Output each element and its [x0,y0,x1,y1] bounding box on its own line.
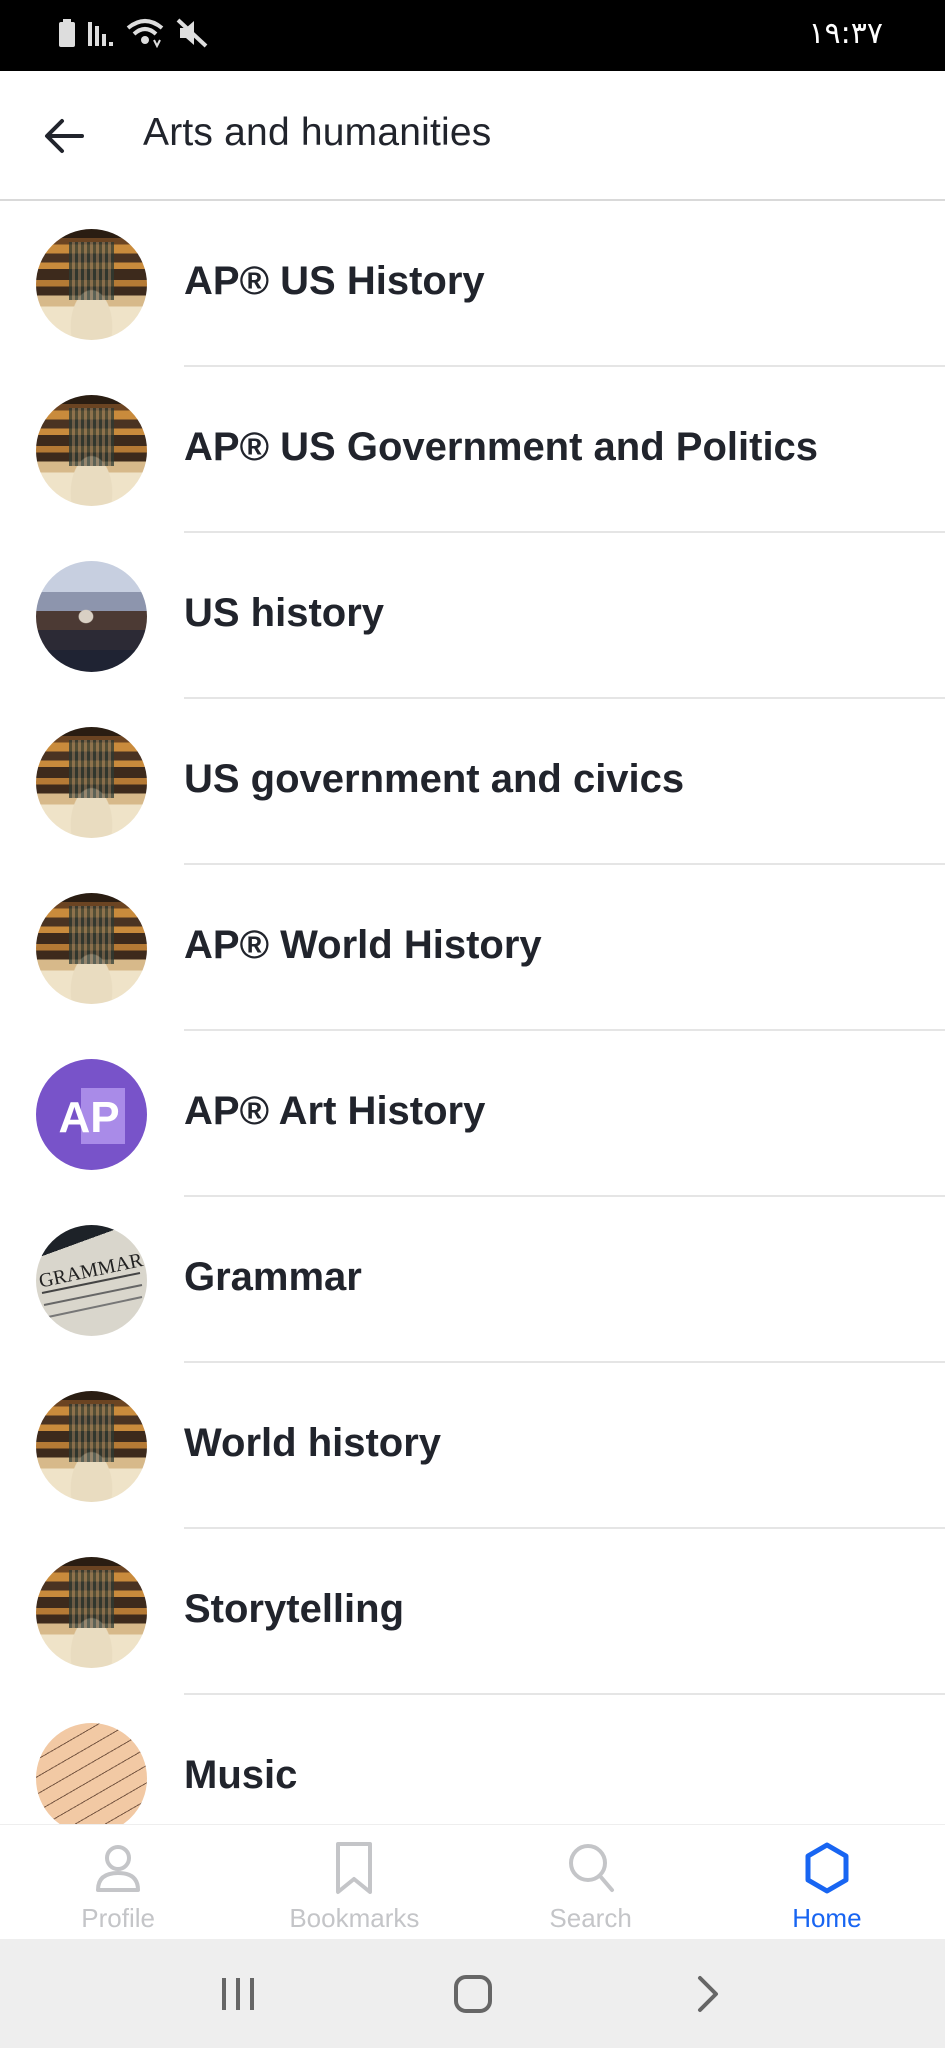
library-thumbnail [36,893,147,1004]
library-thumbnail [36,229,147,340]
list-item-ap-art-history[interactable]: AP AP® Art History [0,1031,945,1197]
home-button[interactable] [433,1954,513,2034]
arrow-left-icon [45,119,84,153]
sheet-music-thumbnail [36,1723,147,1824]
library-thumbnail [36,727,147,838]
list-item-grammar[interactable]: GRAMMAR Grammar [0,1197,945,1363]
list-item-label: Music [184,1753,298,1797]
list-item-us-government-civics[interactable]: US government and civics [0,699,945,865]
list-item-label: AP® Art History [184,1089,486,1133]
list-item-ap-us-history[interactable]: AP® US History [0,201,945,367]
tab-search[interactable]: Search [473,1825,709,1939]
tab-label: Bookmarks [289,1903,420,1933]
list-item-label: AP® US History [184,259,485,303]
list-item-label: Storytelling [184,1587,405,1631]
page-title: Arts and humanities [143,111,492,154]
signal-icon [88,20,114,46]
recent-apps-icon [221,1977,254,2010]
status-time: ١٩:٣٧ [808,16,883,51]
painting-thumbnail [36,561,147,672]
home-square-icon [453,1974,492,2013]
bookmark-icon [334,1841,374,1895]
tab-label: Profile [81,1903,155,1933]
library-thumbnail [36,395,147,506]
list-item-ap-world-history[interactable]: AP® World History [0,865,945,1031]
back-nav-button[interactable] [668,1954,748,2034]
list-item-ap-us-government[interactable]: AP® US Government and Politics [0,367,945,533]
mute-icon [176,18,208,48]
svg-text:GRAMMAR: GRAMMAR [37,1249,145,1293]
grammar-thumbnail: GRAMMAR [36,1225,147,1336]
list-item-storytelling[interactable]: Storytelling [0,1529,945,1695]
list-item-music[interactable]: Music [0,1695,945,1824]
list-item-label: AP® World History [184,923,542,967]
ap-logo-icon: AP [58,1087,125,1144]
status-bar: ١٩:٣٧ [0,0,945,71]
topic-list: AP® US History AP® US Government and Pol… [0,201,945,1824]
list-item-label: AP® US Government and Politics [184,425,819,469]
screen: ١٩:٣٧ Arts and humanities AP® US History… [0,0,945,2048]
list-item-label: World history [184,1421,442,1465]
wifi-icon [126,18,164,48]
search-icon [567,1841,615,1895]
tab-profile[interactable]: Profile [0,1825,236,1939]
battery-icon [58,19,76,47]
tab-bookmarks[interactable]: Bookmarks [236,1825,472,1939]
status-icons [58,18,208,48]
svg-text:AP: AP [58,1093,119,1142]
list-item-label: US government and civics [184,757,685,801]
system-nav-bar [0,1939,945,2048]
tab-label: Search [549,1903,632,1933]
ap-logo-thumbnail: AP [36,1059,147,1170]
library-thumbnail [36,1557,147,1668]
recent-apps-button[interactable] [198,1954,278,2034]
list-item-label: US history [184,591,385,635]
back-button[interactable] [36,108,92,164]
list-item-label: Grammar [184,1255,362,1299]
profile-icon [94,1841,142,1895]
list-item-us-history[interactable]: US history [0,533,945,699]
app-header: Arts and humanities [0,71,945,201]
library-thumbnail [36,1391,147,1502]
list-item-world-history[interactable]: World history [0,1363,945,1529]
chevron-right-icon [697,1975,718,2012]
home-hexagon-icon [804,1841,850,1895]
tab-label: Home [792,1903,862,1933]
tab-home[interactable]: Home [709,1825,945,1939]
bottom-tab-bar: Profile Bookmarks Search Home [0,1824,945,1939]
